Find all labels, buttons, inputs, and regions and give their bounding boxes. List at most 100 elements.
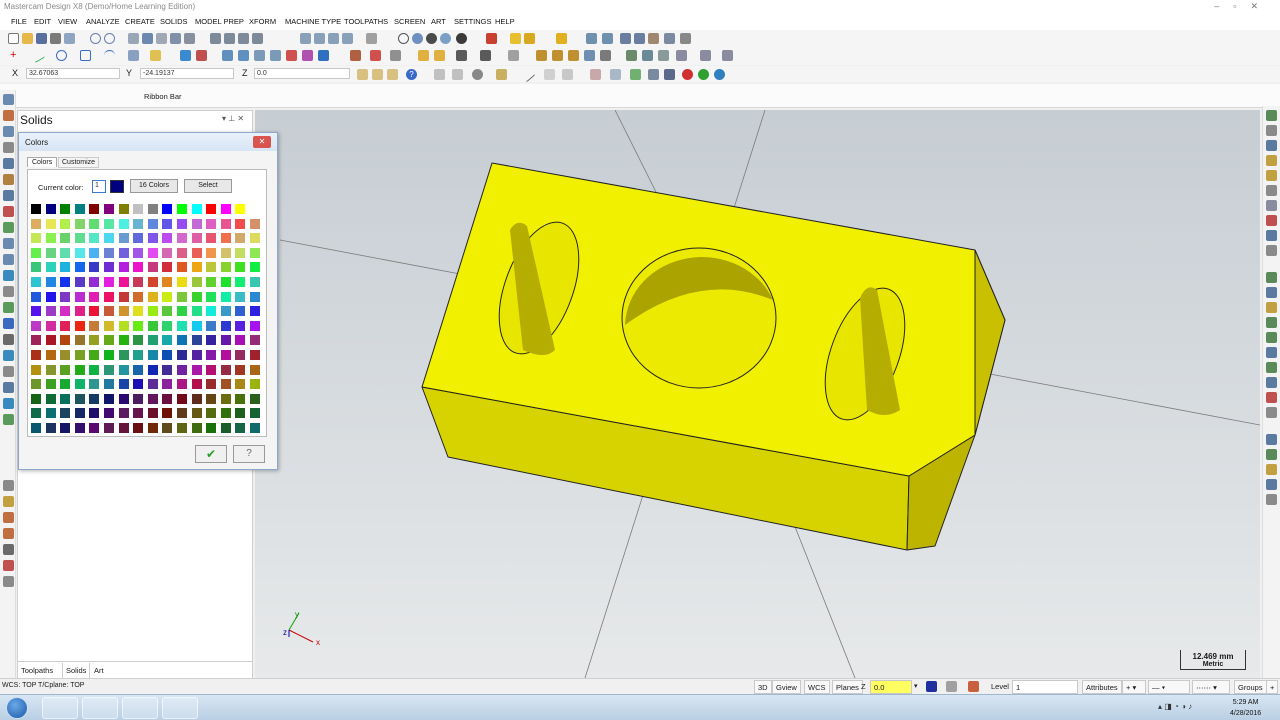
- color-swatch[interactable]: [73, 349, 86, 361]
- view-front-icon[interactable]: [224, 33, 235, 44]
- hidden-line-icon[interactable]: [456, 33, 467, 44]
- color-swatch[interactable]: [176, 378, 188, 391]
- tool-icon-22[interactable]: [3, 480, 14, 491]
- color-swatch[interactable]: [103, 305, 115, 318]
- color-swatch[interactable]: [132, 305, 145, 318]
- select-only-icon[interactable]: [452, 69, 463, 80]
- tool-icon-28[interactable]: [3, 576, 14, 587]
- color-swatch[interactable]: [219, 319, 232, 332]
- trim-icon[interactable]: [196, 50, 207, 61]
- tool-icon-11[interactable]: [3, 254, 14, 265]
- color-swatch[interactable]: [205, 261, 218, 274]
- color-swatch[interactable]: [234, 305, 247, 318]
- color-swatch[interactable]: [190, 305, 203, 318]
- color-swatch[interactable]: [117, 261, 130, 274]
- zoom-in-icon[interactable]: [170, 33, 181, 44]
- color-swatch[interactable]: [146, 422, 159, 434]
- sixteen-colors-button[interactable]: 16 Colors: [130, 179, 178, 193]
- color-swatch[interactable]: [176, 261, 188, 274]
- color-swatch[interactable]: [117, 203, 130, 215]
- color-swatch[interactable]: [30, 232, 42, 245]
- color-swatch[interactable]: [161, 246, 174, 259]
- drafting-icon[interactable]: [350, 50, 361, 61]
- graphics-icon[interactable]: [486, 33, 497, 44]
- color-swatch[interactable]: [88, 422, 101, 434]
- color-swatch[interactable]: [176, 349, 188, 361]
- help-icon[interactable]: ?: [406, 69, 417, 80]
- color-swatch[interactable]: [88, 363, 101, 376]
- color-swatch[interactable]: [161, 290, 174, 303]
- solid-from-surfaces-icon[interactable]: [584, 50, 595, 61]
- color-swatch[interactable]: [146, 363, 159, 376]
- color-swatch[interactable]: [234, 392, 247, 405]
- color-swatch[interactable]: [59, 232, 72, 245]
- color-swatch[interactable]: [190, 363, 203, 376]
- color-swatch[interactable]: [117, 349, 130, 361]
- color-swatch[interactable]: [30, 217, 42, 230]
- fit-icon[interactable]: [128, 33, 139, 44]
- color-swatch[interactable]: [176, 407, 188, 420]
- color-swatch[interactable]: [146, 407, 159, 420]
- color-swatch[interactable]: [30, 363, 42, 376]
- color-swatch[interactable]: [161, 349, 174, 361]
- color-swatch[interactable]: [190, 349, 203, 361]
- tool-icon-7[interactable]: [3, 190, 14, 201]
- color-swatch[interactable]: [103, 392, 115, 405]
- scale-icon[interactable]: [302, 50, 313, 61]
- color-swatch[interactable]: [59, 422, 72, 434]
- extra-icon[interactable]: [722, 50, 733, 61]
- color-swatch[interactable]: [234, 203, 247, 215]
- rtool-icon-17[interactable]: [1266, 362, 1277, 373]
- solid-extrude-icon[interactable]: [418, 50, 429, 61]
- color-swatch[interactable]: [117, 319, 130, 332]
- color-swatch[interactable]: [132, 203, 145, 215]
- color-swatch[interactable]: [73, 261, 86, 274]
- color-swatch[interactable]: [176, 203, 188, 215]
- color-swatch[interactable]: [73, 392, 86, 405]
- color-swatch[interactable]: [219, 349, 232, 361]
- select-all-icon[interactable]: [434, 69, 445, 80]
- tool-icon-25[interactable]: [3, 528, 14, 539]
- color-swatch[interactable]: [73, 217, 86, 230]
- color-swatch[interactable]: [44, 319, 57, 332]
- color-swatch[interactable]: [103, 290, 115, 303]
- color-swatch[interactable]: [190, 392, 203, 405]
- rtool-icon-9[interactable]: [1266, 230, 1277, 241]
- help-question-icon[interactable]: ?: [233, 445, 265, 463]
- tool-icon-13[interactable]: [3, 286, 14, 297]
- menu-analyze[interactable]: ANALYZE: [86, 17, 120, 26]
- letters-icon[interactable]: [150, 50, 161, 61]
- color-swatch[interactable]: [44, 290, 57, 303]
- color-swatch[interactable]: [234, 378, 247, 391]
- color-swatch[interactable]: [161, 378, 174, 391]
- color-swatch[interactable]: [73, 276, 86, 288]
- status-groups[interactable]: Groups: [1234, 680, 1267, 694]
- cube-icon[interactable]: [562, 69, 573, 80]
- select-button[interactable]: Select: [184, 179, 232, 193]
- color-swatch[interactable]: [146, 276, 159, 288]
- menu-edit[interactable]: EDIT: [34, 17, 51, 26]
- attributes-icon[interactable]: [556, 33, 567, 44]
- rtool-icon-13[interactable]: [1266, 302, 1277, 313]
- color-swatch[interactable]: [132, 363, 145, 376]
- color-swatch[interactable]: [176, 319, 188, 332]
- color-swatch[interactable]: [249, 378, 261, 391]
- current-color-field[interactable]: 1: [92, 180, 106, 193]
- color-swatch[interactable]: [234, 261, 247, 274]
- color-swatch[interactable]: [59, 334, 72, 347]
- color-swatch[interactable]: [176, 422, 188, 434]
- color-swatch[interactable]: [103, 319, 115, 332]
- rtool-icon-23[interactable]: [1266, 464, 1277, 475]
- color-swatch[interactable]: [234, 422, 247, 434]
- color-swatch[interactable]: [44, 232, 57, 245]
- color-swatch[interactable]: [161, 217, 174, 230]
- color-swatch[interactable]: [132, 407, 145, 420]
- tab-solids[interactable]: Solids: [62, 663, 91, 679]
- color-swatch[interactable]: [73, 203, 86, 215]
- solid-chamfer-icon[interactable]: [480, 50, 491, 61]
- color-swatch[interactable]: [59, 363, 72, 376]
- color-swatch[interactable]: [176, 334, 188, 347]
- color-swatch[interactable]: [88, 203, 101, 215]
- spline-icon[interactable]: [128, 50, 139, 61]
- solid-history-icon[interactable]: [600, 50, 611, 61]
